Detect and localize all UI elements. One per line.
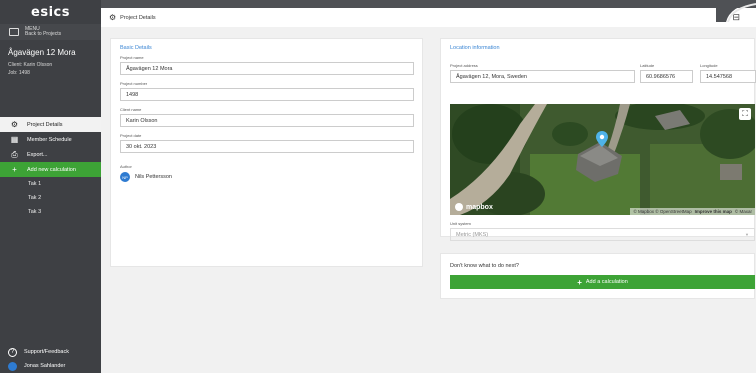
project-info: Ågavägen 12 Mora Client: Karin Olsson Jo… [0,40,101,117]
author-avatar: NP [120,172,130,182]
add-calculation-label: Add a calculation [585,279,628,285]
user-avatar [8,361,17,371]
sidebar-item-tak-3[interactable]: Tak 3 [0,205,101,219]
sidebar-bottom: ? Support/Feedback Jonas Sahlander [0,345,101,373]
map-attribution: © Mapbox © OpenStreetMap Improve this ma… [630,208,755,215]
project-name-input[interactable]: Ågavägen 12 Mora [120,62,414,75]
app-logo: esics [31,4,70,20]
improve-map-link[interactable]: Improve this map [695,209,732,214]
sidebar-item-project-details[interactable]: ⚙ Project Details [0,117,101,132]
sidebar-item-label: Member Schedule [27,136,72,143]
sidebar-item-label: Project Details [27,121,63,128]
latitude-label: Latitude [640,63,655,68]
sidebar-item-tak-1[interactable]: Tak 1 [0,177,101,191]
sidebar-item-member-schedule[interactable]: ▦ Member Schedule [0,132,101,147]
printer-icon: ⎙ [11,149,18,159]
longitude-label: Longitude [700,63,718,68]
folder-icon [9,28,19,36]
grid-icon: ▦ [10,134,19,144]
next-step-card: Don't know what to do next? + Add a calc… [440,253,755,299]
gear-icon: ⚙ [10,119,19,129]
unit-system-label: Unit system [450,221,471,226]
mapbox-logo-mark [455,203,463,211]
basic-details-card: Basic Details Project name Ågavägen 12 M… [110,38,423,267]
gear-icon: ⚙ [109,13,117,22]
unit-system-value: Metric (MKS) [456,231,489,238]
author-label: Author [120,164,132,169]
back-to-projects-label: Back to Projects [25,31,62,37]
plus-icon: + [12,164,17,174]
author: NP Nils Pettersson [120,172,172,182]
client-name-input[interactable]: Karin Olsson [120,114,414,127]
main-content: Basic Details Project name Ågavägen 12 M… [101,27,756,373]
project-address-label: Project address [450,63,478,68]
user-name: Jonas Sahlander [24,363,66,369]
author-name: Nils Pettersson [135,174,172,180]
longitude-input[interactable]: 14.547568 [700,70,756,83]
map-pin-icon [596,131,608,147]
sidebar-item-tak-2[interactable]: Tak 2 [0,191,101,205]
mapbox-logo-text: mapbox [466,203,493,211]
unit-system-select[interactable]: Metric (MKS) ▼ [450,228,755,241]
support-feedback-button[interactable]: ? Support/Feedback [0,345,101,359]
sidebar-item-export[interactable]: ⎙ Export... [0,147,101,162]
next-step-prompt: Don't know what to do next? [450,263,519,269]
help-icon: ? [8,347,17,357]
fullscreen-icon[interactable]: ⛶ [739,108,751,120]
map-imagery [450,104,755,215]
satellite-map[interactable]: ⛶ mapbox © Mapbox © OpenStreetMap Improv… [450,104,755,215]
sidebar-item-label: Export... [27,151,48,158]
corner-decoration [716,0,756,22]
client-line: Client: Karin Olsson [8,62,53,68]
chevron-down-icon: ▼ [745,232,749,237]
sidebar-item-add-calculation[interactable]: + Add new calculation [0,162,101,177]
add-calculation-button[interactable]: + Add a calculation [450,275,755,289]
project-date-input[interactable]: 30 okt. 2023 [120,140,414,153]
job-line: Job: 1498 [8,70,30,76]
basic-details-title: Basic Details [120,45,152,51]
project-address-input[interactable]: Ågavägen 12, Mora, Sweden [450,70,635,83]
project-number-label: Project number [120,81,148,86]
back-to-projects-button[interactable]: MENU Back to Projects [0,24,101,40]
project-date-label: Project date [120,133,142,138]
location-title: Location information [450,45,500,51]
project-number-input[interactable]: 1498 [120,88,414,101]
project-title: Ågavägen 12 Mora [8,48,76,57]
attribution-text[interactable]: © Mapbox © OpenStreetMap [633,209,691,214]
maxar-attribution[interactable]: © Maxar [735,209,752,214]
project-name-label: Project name [120,55,144,60]
user-menu[interactable]: Jonas Sahlander [0,359,101,373]
location-card: Location information Project address Åga… [440,38,756,241]
support-feedback-label: Support/Feedback [24,349,69,355]
plus-icon: + [577,277,582,287]
sidebar-item-label: Add new calculation [27,166,76,173]
sidebar: esics MENU Back to Projects Ågavägen 12 … [0,0,101,373]
latitude-input[interactable]: 60.9686576 [640,70,693,83]
topbar: ⚙ Project Details ⧉ ⊟ [101,8,756,27]
app-window: esics MENU Back to Projects Ågavägen 12 … [0,0,756,373]
client-name-label: Client name [120,107,142,112]
mapbox-logo: mapbox [455,203,493,211]
page-title: Project Details [120,14,156,21]
